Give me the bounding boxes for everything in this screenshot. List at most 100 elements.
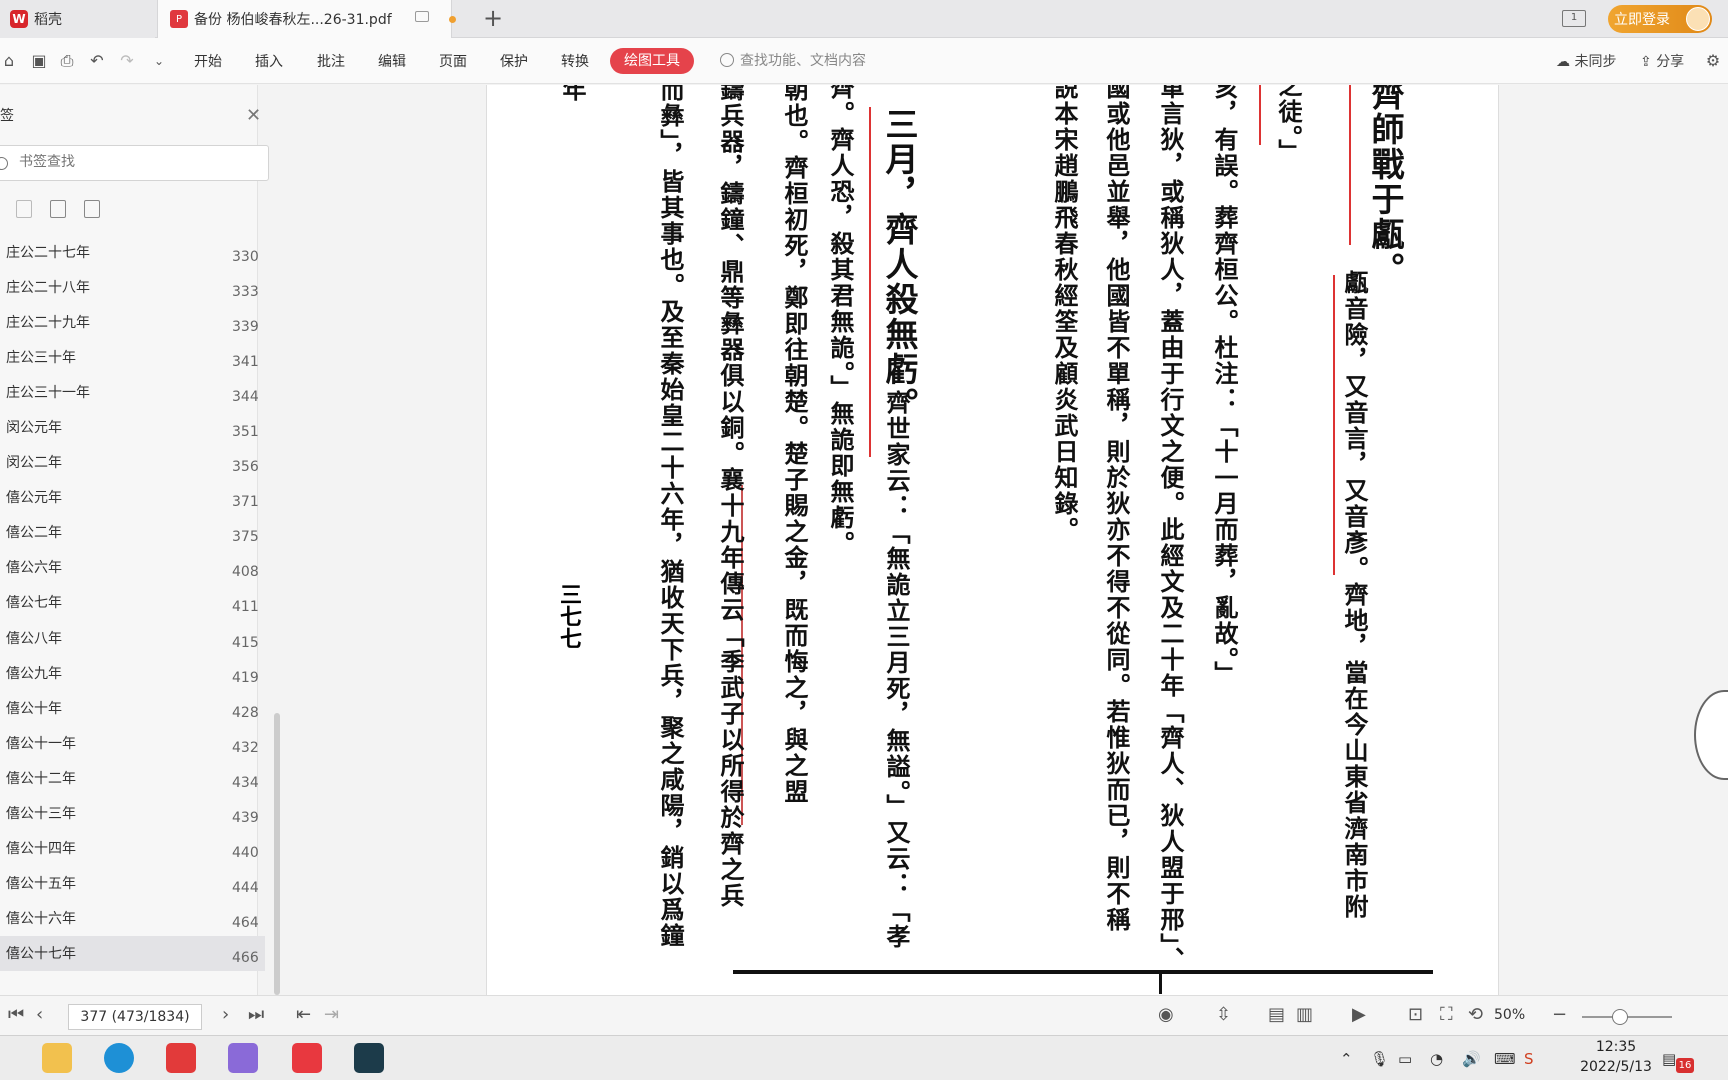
undo-icon[interactable]: ↶	[88, 52, 106, 70]
bookmark-item[interactable]: 僖公六年 408	[0, 550, 265, 585]
bookmark-item[interactable]: 庄公二十七年 330	[0, 235, 265, 270]
next-page-icon[interactable]: ›	[222, 1006, 229, 1024]
last-page-icon[interactable]: ⏭	[248, 1006, 264, 1024]
rotate-icon[interactable]: ⟲	[1468, 1006, 1483, 1024]
clock-date[interactable]: 2022/5/13	[1566, 1059, 1666, 1075]
bookmark-item[interactable]: 僖公二年 375	[0, 515, 265, 550]
monitor-icon[interactable]	[415, 11, 429, 22]
file-explorer-icon[interactable]	[42, 1043, 72, 1073]
menu-page[interactable]: 页面	[439, 51, 467, 71]
zoom-slider-handle[interactable]	[1612, 1009, 1628, 1025]
previous-page-icon[interactable]: ‹	[36, 1006, 43, 1024]
bookmark-item[interactable]: 庄公三十一年 344	[0, 375, 265, 410]
page-number-input[interactable]: 377 (473/1834)	[68, 1004, 202, 1030]
bookmark-label: 闵公二年	[6, 455, 62, 472]
menu-convert[interactable]: 转换	[561, 51, 589, 71]
bookmark-item[interactable]: 僖公十六年 464	[0, 901, 265, 936]
fit-width-icon[interactable]: ⇳	[1216, 1006, 1231, 1024]
microphone-icon[interactable]: 🎙	[1370, 1050, 1389, 1068]
input-method-icon[interactable]: S	[1524, 1050, 1534, 1068]
bookmark-item[interactable]: 僖公九年 419	[0, 656, 265, 691]
keyboard-icon[interactable]: ⌨	[1494, 1050, 1516, 1068]
bookmark-label: 庄公三十一年	[6, 385, 90, 402]
bookmark-page-number: 408	[232, 564, 259, 581]
open-folder-icon[interactable]: ⌂	[0, 52, 18, 70]
bookmark-item[interactable]: 僖公十七年 466	[0, 935, 265, 971]
wps-office-icon[interactable]	[166, 1043, 196, 1073]
xmind-icon[interactable]	[292, 1043, 322, 1073]
sidebar-scrollbar[interactable]	[274, 713, 280, 995]
edge-browser-icon[interactable]	[104, 1043, 134, 1073]
bookmark-label: 僖公十五年	[6, 875, 76, 892]
bookmark-item[interactable]: 僖公元年 371	[0, 480, 265, 515]
add-bookmark-icon[interactable]	[50, 200, 66, 218]
chevron-down-icon[interactable]: ⌄	[150, 52, 168, 70]
bookmark-item[interactable]: 僖公十年 428	[0, 691, 265, 726]
bookmark-item[interactable]: 僖公七年 411	[0, 585, 265, 620]
close-icon[interactable]: ✕	[246, 105, 261, 126]
function-search[interactable]: 查找功能、文档内容	[720, 50, 866, 70]
tab-docer-home[interactable]: W 稻壳	[0, 0, 155, 38]
menu-drawing-tools[interactable]: 绘图工具	[610, 48, 694, 74]
single-page-icon[interactable]: ▤	[1268, 1006, 1285, 1024]
text-column: 朝也。齊桓初死，鄭即往朝楚。楚子賜之金，既而悔之，與之盟	[780, 85, 809, 805]
bookmark-page-number: 415	[232, 634, 259, 651]
clock-time[interactable]: 12:35	[1588, 1039, 1644, 1055]
assistant-mascot[interactable]	[1694, 690, 1728, 780]
first-page-icon[interactable]: ⏮	[8, 1006, 24, 1024]
new-tab-button[interactable]: +	[480, 6, 506, 32]
redo-icon[interactable]: ↷	[118, 52, 136, 70]
bookmark-item[interactable]: 庄公二十八年 333	[0, 270, 265, 305]
window-count-badge[interactable]: 1	[1562, 10, 1586, 27]
zoom-level[interactable]: 50%	[1494, 1007, 1525, 1023]
bookmark-item[interactable]: 庄公二十九年 339	[0, 305, 265, 340]
bookmark-item[interactable]: 闵公元年 351	[0, 410, 265, 445]
settings-gear-icon[interactable]: ⚙	[1704, 52, 1722, 70]
actual-size-icon[interactable]: ⊡	[1408, 1006, 1423, 1024]
print-icon[interactable]: ⎙	[58, 52, 76, 70]
back-icon[interactable]: ⇤	[296, 1006, 311, 1024]
sync-status[interactable]: ☁ 未同步	[1556, 51, 1616, 71]
bookmark-item[interactable]: 僖公十五年 444	[0, 866, 265, 901]
bookmark-search[interactable]	[0, 145, 269, 181]
bookmark-page-number: 351	[232, 424, 259, 441]
bookmark-item[interactable]: 僖公十三年 439	[0, 796, 265, 831]
bookmark-item[interactable]: 闵公二年 356	[0, 445, 265, 480]
battery-icon[interactable]: ▭	[1398, 1050, 1412, 1068]
bookmark-icon[interactable]	[84, 200, 100, 218]
play-slideshow-icon[interactable]: ▶	[1352, 1006, 1366, 1024]
bookmark-item[interactable]: 僖公八年 415	[0, 621, 265, 656]
page-rule	[733, 970, 1433, 974]
fit-page-icon[interactable]: ⛶	[1440, 1006, 1453, 1024]
bookmark-search-input[interactable]	[19, 154, 249, 170]
eye-protection-icon[interactable]: ◉	[1158, 1006, 1174, 1024]
bookmark-item[interactable]: 僖公十一年 432	[0, 726, 265, 761]
menu-start[interactable]: 开始	[194, 51, 222, 71]
notification-icon[interactable]: ▤	[1662, 1050, 1676, 1068]
double-page-icon[interactable]: ▥	[1296, 1006, 1313, 1024]
bookmark-label: 僖公十一年	[6, 735, 76, 752]
menu-insert[interactable]: 插入	[255, 51, 283, 71]
chevron-up-icon[interactable]: ⌃	[1340, 1050, 1353, 1068]
bookmark-panel-title: 签	[0, 108, 14, 124]
status-bar: ⏮ ‹ 377 (473/1834) › ⏭ ⇤ ⇥ ◉ ⇳ ▤ ▥ ▶ ⊡ ⛶…	[0, 995, 1728, 1035]
zoom-out-icon[interactable]: −	[1552, 1006, 1567, 1024]
forward-icon[interactable]: ⇥	[324, 1006, 339, 1024]
bookmark-page-number: 439	[232, 809, 259, 826]
painting-app-icon[interactable]	[228, 1043, 258, 1073]
collapse-bookmark-icon[interactable]	[16, 200, 32, 218]
text-column: 説本宋趙鵬飛春秋經筌及顧炎武日知錄。	[1050, 85, 1079, 543]
volume-icon[interactable]: 🔊	[1462, 1050, 1481, 1068]
menu-edit[interactable]: 编辑	[378, 51, 406, 71]
bookmark-item[interactable]: 庄公三十年 341	[0, 340, 265, 375]
bookmark-item[interactable]: 僖公十二年 434	[0, 761, 265, 796]
terminal-app-icon[interactable]	[354, 1043, 384, 1073]
bookmark-item[interactable]: 僖公十四年 440	[0, 831, 265, 866]
menu-protect[interactable]: 保护	[500, 51, 528, 71]
login-button[interactable]: 立即登录	[1608, 5, 1712, 33]
save-icon[interactable]: ▣	[30, 52, 48, 70]
share-button[interactable]: ⇪ 分享	[1640, 51, 1684, 71]
tab-pdf-document[interactable]: P 备份 杨伯峻春秋左...26-31.pdf	[157, 0, 456, 38]
menu-annotate[interactable]: 批注	[317, 51, 345, 71]
network-icon[interactable]: ◔	[1430, 1050, 1443, 1068]
